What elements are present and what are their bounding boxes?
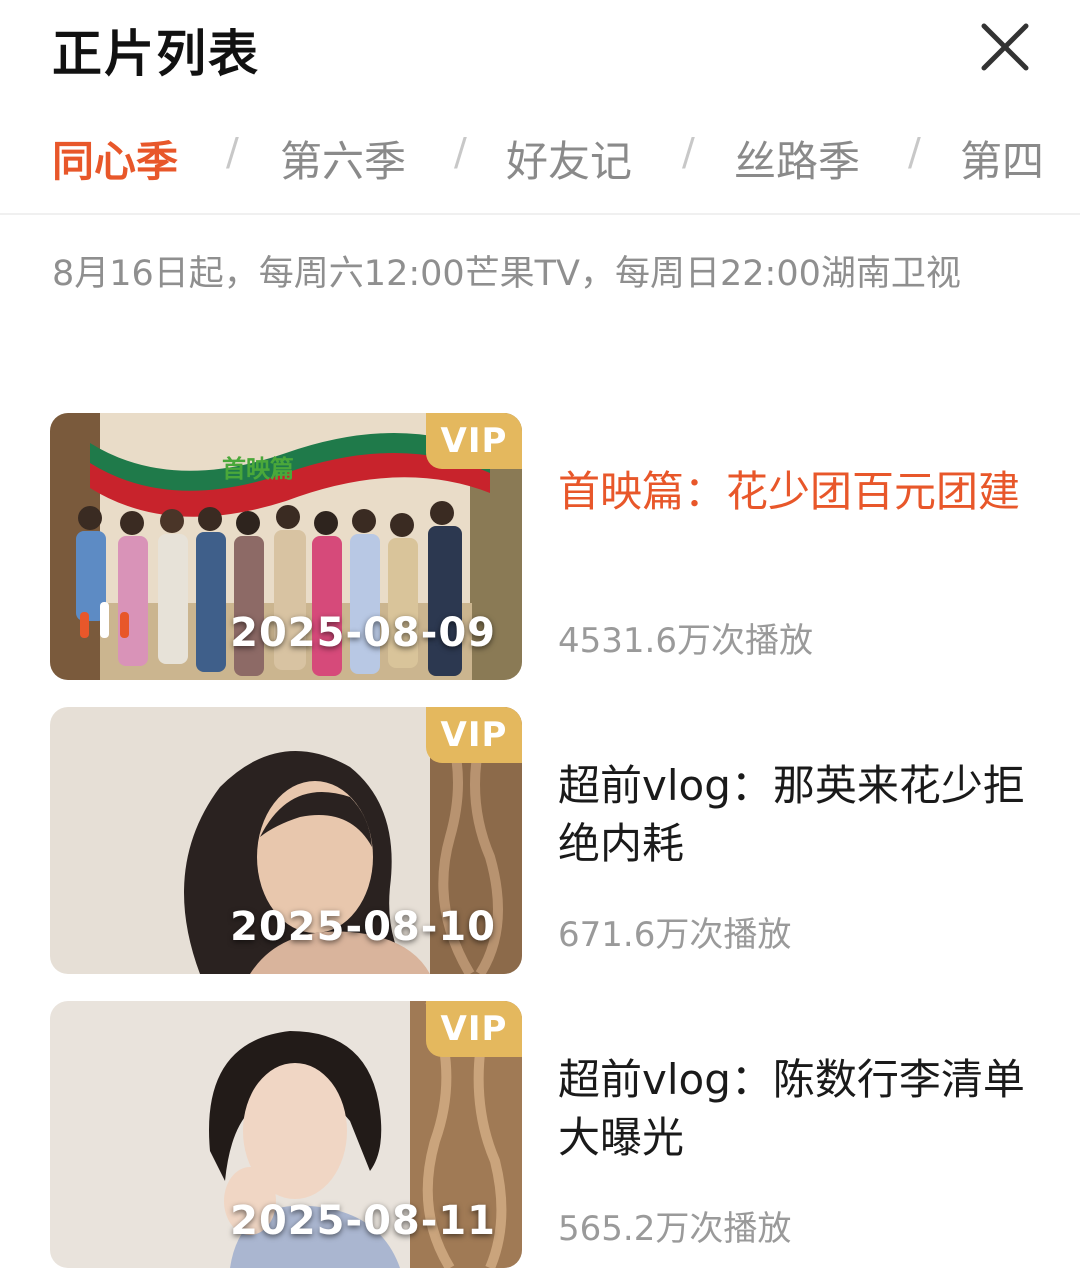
tab-season-6[interactable]: 第六季 xyxy=(280,128,406,189)
tab-silu[interactable]: 丝路季 xyxy=(734,128,860,189)
tab-haoyouji[interactable]: 好友记 xyxy=(506,128,632,189)
episode-thumbnail[interactable]: VIP 2025-08-11 xyxy=(50,1001,522,1268)
tab-separator: / xyxy=(226,130,239,174)
page-title: 正片列表 xyxy=(52,25,260,83)
now-playing-icon xyxy=(80,602,129,638)
play-count: 565.2万次播放 xyxy=(558,1209,792,1249)
vip-badge: VIP xyxy=(426,1001,522,1057)
tab-separator: / xyxy=(908,130,921,174)
close-button[interactable] xyxy=(978,20,1032,74)
vip-badge: VIP xyxy=(426,413,522,469)
tab-separator: / xyxy=(682,130,695,174)
banner-text: 首映篇 xyxy=(222,455,294,483)
episode-title[interactable]: 首映篇：花少团百元团建 xyxy=(558,463,1028,521)
header: 正片列表 xyxy=(0,0,1080,100)
episode-date: 2025-08-09 xyxy=(230,610,496,656)
schedule-description: 8月16日起，每周六12:00芒果TV，每周日22:00湖南卫视 xyxy=(52,254,961,294)
episode-item[interactable]: VIP 2025-08-10 超前vlog：那英来花少拒绝内耗 671.6万次播… xyxy=(50,707,1030,974)
episode-thumbnail[interactable]: 首映篇 VIP 2025-08-09 xyxy=(50,413,522,680)
episode-date: 2025-08-11 xyxy=(230,1198,496,1244)
episode-thumbnail[interactable]: VIP 2025-08-10 xyxy=(50,707,522,974)
close-icon xyxy=(981,23,1029,71)
episode-title[interactable]: 超前vlog：陈数行李清单大曝光 xyxy=(558,1051,1028,1167)
episode-title[interactable]: 超前vlog：那英来花少拒绝内耗 xyxy=(558,757,1028,873)
episode-item[interactable]: VIP 2025-08-11 超前vlog：陈数行李清单大曝光 565.2万次播… xyxy=(50,1001,1030,1268)
divider xyxy=(0,213,1080,215)
play-count: 4531.6万次播放 xyxy=(558,621,813,661)
tab-separator: / xyxy=(454,130,467,174)
tab-season-4[interactable]: 第四 xyxy=(960,128,1044,189)
episode-date: 2025-08-10 xyxy=(230,904,496,950)
season-tabs: 同心季 / 第六季 / 好友记 / 丝路季 / 第四 xyxy=(0,128,1080,198)
tab-tongxin[interactable]: 同心季 xyxy=(52,128,178,189)
vip-badge: VIP xyxy=(426,707,522,763)
episode-item[interactable]: 首映篇 VIP 2025-08-09 首映篇：花少团百元团建 4531.6万次播… xyxy=(50,413,1030,680)
play-count: 671.6万次播放 xyxy=(558,915,792,955)
